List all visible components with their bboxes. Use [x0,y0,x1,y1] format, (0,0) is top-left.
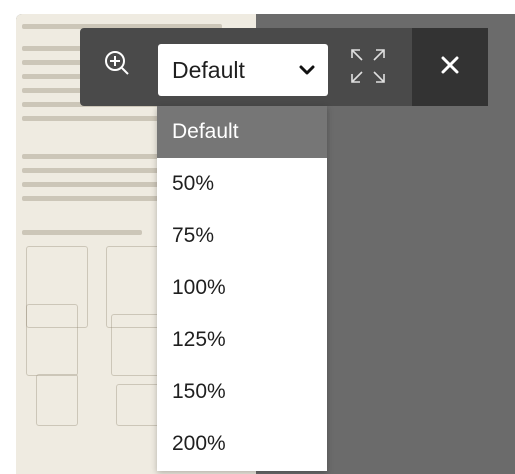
zoom-level-value: Default [172,56,245,83]
chevron-down-icon [298,61,316,79]
zoom-in-icon [100,46,132,78]
zoom-level-select[interactable]: Default [158,44,328,96]
fullscreen-button[interactable] [334,38,402,98]
zoom-option-100[interactable]: 100% [157,262,327,314]
close-icon [441,56,459,79]
zoom-option-default[interactable]: Default [157,106,327,158]
zoom-option-75[interactable]: 75% [157,210,327,262]
zoom-option-50[interactable]: 50% [157,158,327,210]
zoom-options-dropdown: Default 50% 75% 100% 125% 150% 200% [157,106,327,471]
zoom-option-200[interactable]: 200% [157,418,327,470]
zoom-option-150[interactable]: 150% [157,366,327,418]
fullscreen-expand-icon [346,44,390,93]
close-button[interactable] [412,28,488,106]
zoom-option-125[interactable]: 125% [157,314,327,366]
